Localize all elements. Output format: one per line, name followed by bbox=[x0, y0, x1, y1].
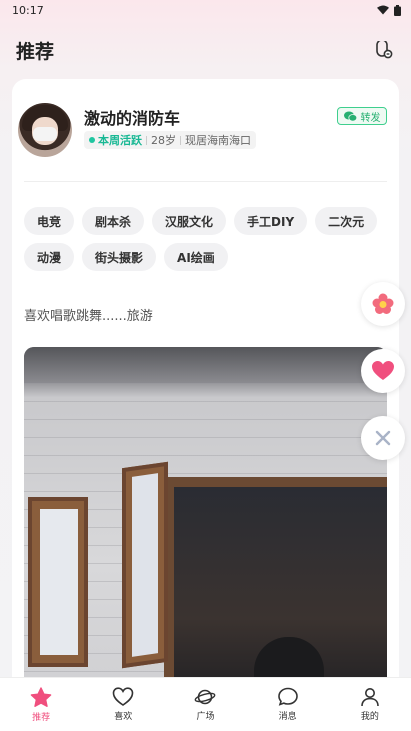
profile-photo[interactable] bbox=[24, 347, 387, 699]
interest-tag: 剧本杀 bbox=[82, 207, 145, 235]
flower-icon bbox=[372, 293, 394, 314]
wechat-share-button[interactable]: 转发 bbox=[337, 107, 387, 125]
tab-messages[interactable]: 消息 bbox=[258, 687, 318, 722]
interest-tag: 汉服文化 bbox=[152, 207, 227, 235]
tab-likes[interactable]: 喜欢 bbox=[93, 687, 153, 722]
interest-tag: 街头摄影 bbox=[82, 243, 157, 271]
chat-bubble-icon bbox=[277, 687, 298, 706]
status-icons bbox=[377, 4, 401, 16]
interest-tag: 电竞 bbox=[24, 207, 75, 235]
username: 激动的消防车 bbox=[84, 109, 181, 128]
person-icon bbox=[361, 688, 379, 707]
wifi-icon bbox=[377, 5, 389, 15]
battery-icon bbox=[394, 4, 401, 16]
meta-divider bbox=[146, 135, 147, 145]
tab-label: 消息 bbox=[278, 712, 297, 722]
location-label: 现居海南海口 bbox=[185, 134, 251, 147]
dislike-button[interactable] bbox=[361, 416, 405, 460]
header: 推荐 bbox=[0, 30, 411, 70]
close-icon bbox=[375, 430, 391, 446]
interest-tag: 动漫 bbox=[24, 243, 75, 271]
status-bar: 10:17 bbox=[0, 0, 411, 20]
planet-icon bbox=[195, 689, 216, 705]
meta-divider bbox=[180, 135, 181, 145]
wechat-share-label: 转发 bbox=[360, 112, 381, 124]
profile-header: 激动的消防车 本周活跃 28岁 现居海南海口 转发 bbox=[18, 103, 387, 159]
activity-status: 本周活跃 bbox=[98, 134, 142, 147]
heart-icon bbox=[372, 361, 394, 380]
tab-label: 我的 bbox=[360, 712, 379, 722]
like-button[interactable] bbox=[361, 349, 405, 393]
tab-me[interactable]: 我的 bbox=[340, 687, 400, 722]
heart-outline-icon bbox=[112, 687, 134, 706]
wechat-icon bbox=[343, 111, 357, 121]
filter-button[interactable] bbox=[373, 39, 395, 61]
interest-tag: AI绘画 bbox=[164, 243, 228, 271]
filter-icon bbox=[376, 41, 393, 59]
interest-tags: 电竞 剧本杀 汉服文化 手工DIY 二次元 动漫 街头摄影 AI绘画 bbox=[24, 207, 384, 271]
age-label: 28岁 bbox=[151, 134, 176, 147]
avatar[interactable] bbox=[18, 103, 72, 157]
gift-flower-button[interactable] bbox=[361, 282, 405, 326]
tab-label: 喜欢 bbox=[114, 712, 133, 722]
bottom-tab-bar: 推荐 喜欢 广场 消息 我的 bbox=[0, 677, 411, 731]
profile-card[interactable]: 激动的消防车 本周活跃 28岁 现居海南海口 转发 电竞 剧本杀 汉服文化 手工… bbox=[12, 79, 399, 699]
divider bbox=[24, 181, 387, 182]
profile-meta: 本周活跃 28岁 现居海南海口 bbox=[84, 131, 256, 149]
star-icon bbox=[30, 686, 52, 707]
tab-label: 推荐 bbox=[32, 712, 51, 723]
interest-tag: 手工DIY bbox=[234, 207, 308, 235]
tab-label: 广场 bbox=[196, 712, 215, 722]
bio-text: 喜欢唱歌跳舞......旅游 bbox=[24, 309, 153, 324]
tab-recommend[interactable]: 推荐 bbox=[11, 686, 71, 723]
status-time: 10:17 bbox=[12, 3, 44, 17]
interest-tag: 二次元 bbox=[315, 207, 378, 235]
page-title: 推荐 bbox=[16, 40, 55, 63]
active-dot-icon bbox=[89, 137, 95, 143]
tab-square[interactable]: 广场 bbox=[175, 687, 235, 722]
